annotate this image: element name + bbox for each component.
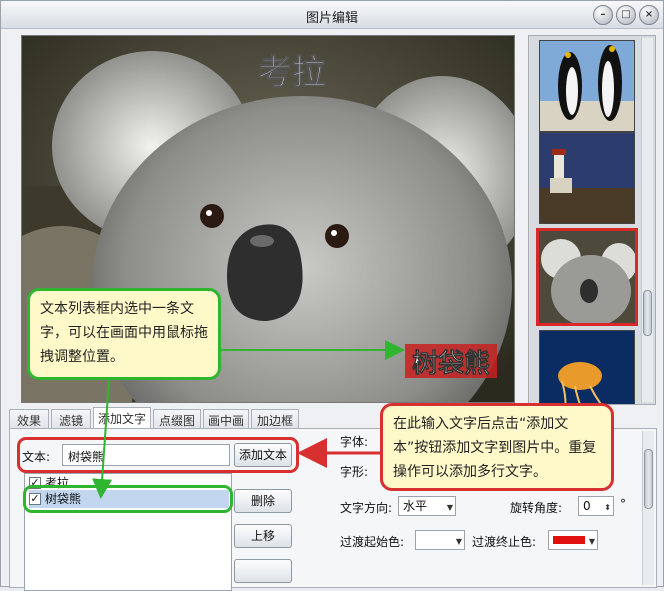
image-edit-window: 图片编辑 – □ × 考拉 树袋熊 效果 滤镜 添加文字 点缀图 画中画 加边框… <box>0 0 664 591</box>
arrow-to-list <box>92 379 113 499</box>
annotation-arrows <box>92 340 405 499</box>
